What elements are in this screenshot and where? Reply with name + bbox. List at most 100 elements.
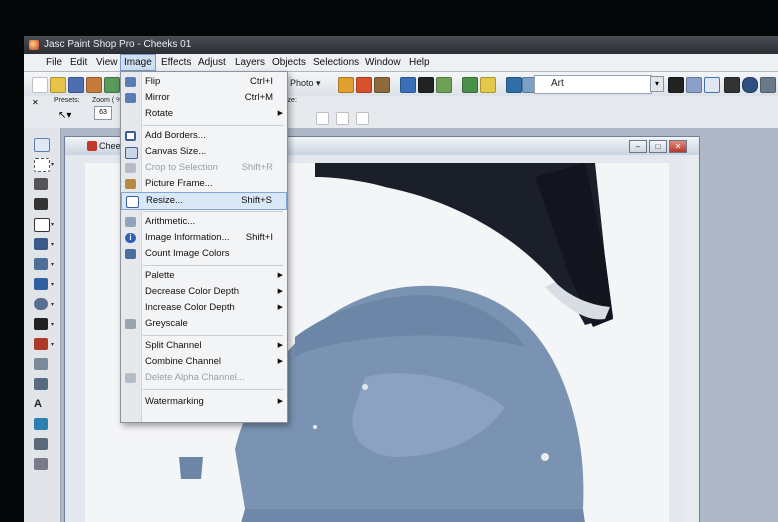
enhance-photo-icon[interactable] [338, 77, 354, 93]
vertical-scrollbar[interactable] [684, 155, 699, 522]
canvas-size-icon [125, 147, 138, 159]
menu-item-split-channel[interactable]: Split Channel ▶ [121, 338, 287, 354]
menu-item-palette[interactable]: Palette ▶ [121, 268, 287, 284]
crop-tool-icon[interactable] [34, 178, 48, 190]
open-folder-icon[interactable] [50, 77, 66, 93]
materials-icon[interactable] [724, 77, 740, 93]
menu-item-image-information[interactable]: i Image Information... Shift+I [121, 230, 287, 246]
menu-item-decrease-color-depth[interactable]: Decrease Color Depth ▶ [121, 284, 287, 300]
menu-item-canvas-size[interactable]: Canvas Size... [121, 144, 287, 160]
chevron-down-icon[interactable]: ▾ [51, 241, 54, 248]
menu-item-shortcut: Ctrl+I [250, 76, 273, 87]
menu-item-resize[interactable]: Resize... Shift+S [121, 192, 287, 210]
close-icon[interactable]: ✕ [32, 98, 39, 107]
new-file-icon[interactable] [32, 77, 48, 93]
menu-item-mirror[interactable]: Mirror Ctrl+M [121, 90, 287, 106]
menu-item-picture-frame[interactable]: Picture Frame... [121, 176, 287, 192]
zoom-input[interactable]: 63 [94, 106, 112, 120]
edge-icon[interactable] [506, 77, 522, 93]
arithmetic-icon [125, 217, 136, 227]
chevron-down-icon[interactable]: ▾ [51, 341, 54, 348]
preset-arrow-icon[interactable]: ↖▾ [58, 110, 71, 121]
save-icon[interactable] [68, 77, 84, 93]
browse-icon[interactable] [86, 77, 102, 93]
chevron-down-icon[interactable]: ▾ [51, 261, 54, 268]
menu-edit[interactable]: Edit [67, 54, 90, 71]
menu-item-label: Greyscale [145, 318, 188, 329]
play-script-icon[interactable] [668, 77, 684, 93]
overview-icon[interactable] [742, 77, 758, 93]
menu-item-combine-channel[interactable]: Combine Channel ▶ [121, 354, 287, 370]
palette-toggle-icon[interactable] [704, 77, 720, 93]
dropper-tool-icon[interactable] [34, 238, 48, 250]
hue-icon[interactable] [462, 77, 478, 93]
pan-tool-icon[interactable] [34, 138, 50, 152]
menu-item-crop-to-selection[interactable]: Crop to Selection Shift+R [121, 160, 287, 176]
makeover-tool-icon[interactable] [34, 278, 48, 290]
warp-tool-icon[interactable] [34, 458, 48, 470]
chevron-down-icon[interactable]: ▾ [51, 321, 54, 328]
clarify-icon[interactable] [400, 77, 416, 93]
eraser-tool-icon[interactable] [34, 358, 48, 370]
menu-item-rotate[interactable]: Rotate ▶ [121, 106, 287, 122]
menu-item-label: Increase Color Depth [145, 302, 235, 313]
move-tool-icon[interactable] [34, 198, 48, 210]
sharpen-icon[interactable] [480, 77, 496, 93]
menu-item-increase-color-depth[interactable]: Increase Color Depth ▶ [121, 300, 287, 316]
chevron-down-icon[interactable]: ▾ [51, 161, 54, 168]
clone-tool-icon[interactable] [34, 258, 48, 270]
menu-item-add-borders[interactable]: Add Borders... [121, 128, 287, 144]
paint-brush-icon[interactable] [34, 318, 48, 330]
menu-adjust[interactable]: Adjust [195, 54, 229, 71]
menu-item-arithmetic[interactable]: Arithmetic... [121, 214, 287, 230]
chevron-down-icon[interactable]: ▾ [650, 76, 664, 92]
menu-view[interactable]: View [93, 54, 121, 71]
menu-item-label: Image Information... [145, 232, 230, 243]
fit-window-icon[interactable] [316, 112, 329, 125]
dodge-tool-icon[interactable] [34, 338, 48, 350]
menu-window[interactable]: Window [362, 54, 404, 71]
menu-item-count-image-colors[interactable]: Count Image Colors [121, 246, 287, 262]
menu-item-delete-alpha-channel[interactable]: Delete Alpha Channel... [121, 370, 287, 386]
straighten-tool-icon[interactable] [34, 218, 50, 232]
more-icon[interactable] [760, 77, 776, 93]
chevron-down-icon[interactable]: ▾ [51, 301, 54, 308]
chevron-down-icon[interactable]: ▾ [51, 281, 54, 288]
menu-help[interactable]: Help [406, 54, 433, 71]
submenu-arrow-icon: ▶ [277, 342, 283, 349]
fill-tool-icon[interactable] [34, 378, 48, 390]
saturation-icon[interactable] [436, 77, 452, 93]
menu-item-shortcut: Shift+R [241, 162, 273, 173]
menu-image[interactable]: Image [120, 54, 156, 71]
red-eye-icon[interactable] [356, 77, 372, 93]
menu-layers[interactable]: Layers [232, 54, 268, 71]
scratch-remover-icon[interactable] [34, 298, 48, 310]
submenu-arrow-icon: ▶ [277, 358, 283, 365]
menu-separator [143, 125, 283, 126]
text-tool-icon[interactable]: A [34, 398, 48, 410]
menu-item-shortcut: Shift+S [241, 195, 272, 206]
menu-item-shortcut: Shift+I [245, 232, 273, 243]
menu-effects[interactable]: Effects [158, 54, 194, 71]
print-icon[interactable] [104, 77, 120, 93]
tools-palette: ▾ ▾ ▾ ▾ ▾ ▾ ▾ ▾ A [24, 128, 61, 522]
menubar: File Edit View Image Effects Adjust Laye… [24, 54, 778, 72]
chevron-down-icon[interactable]: ▾ [51, 221, 54, 228]
contrast-icon[interactable] [418, 77, 434, 93]
add-borders-icon [125, 131, 136, 141]
pen-tool-icon[interactable] [34, 438, 48, 450]
preset-shape-icon[interactable] [34, 418, 48, 430]
auto-color-icon[interactable] [374, 77, 390, 93]
photo-toolbar-dropdown[interactable]: Photo ▾ [290, 76, 332, 91]
menu-selections[interactable]: Selections [310, 54, 362, 71]
actual-size-icon[interactable] [356, 112, 369, 125]
menu-file[interactable]: File [43, 54, 65, 71]
crop-icon [125, 163, 136, 173]
script-icon[interactable] [686, 77, 702, 93]
menu-item-greyscale[interactable]: Greyscale [121, 316, 287, 332]
selection-tool-icon[interactable] [34, 158, 50, 172]
menu-objects[interactable]: Objects [269, 54, 309, 71]
fit-image-icon[interactable] [336, 112, 349, 125]
menu-item-flip[interactable]: Flip Ctrl+I [121, 74, 287, 90]
menu-item-watermarking[interactable]: Watermarking ▶ [121, 394, 287, 410]
